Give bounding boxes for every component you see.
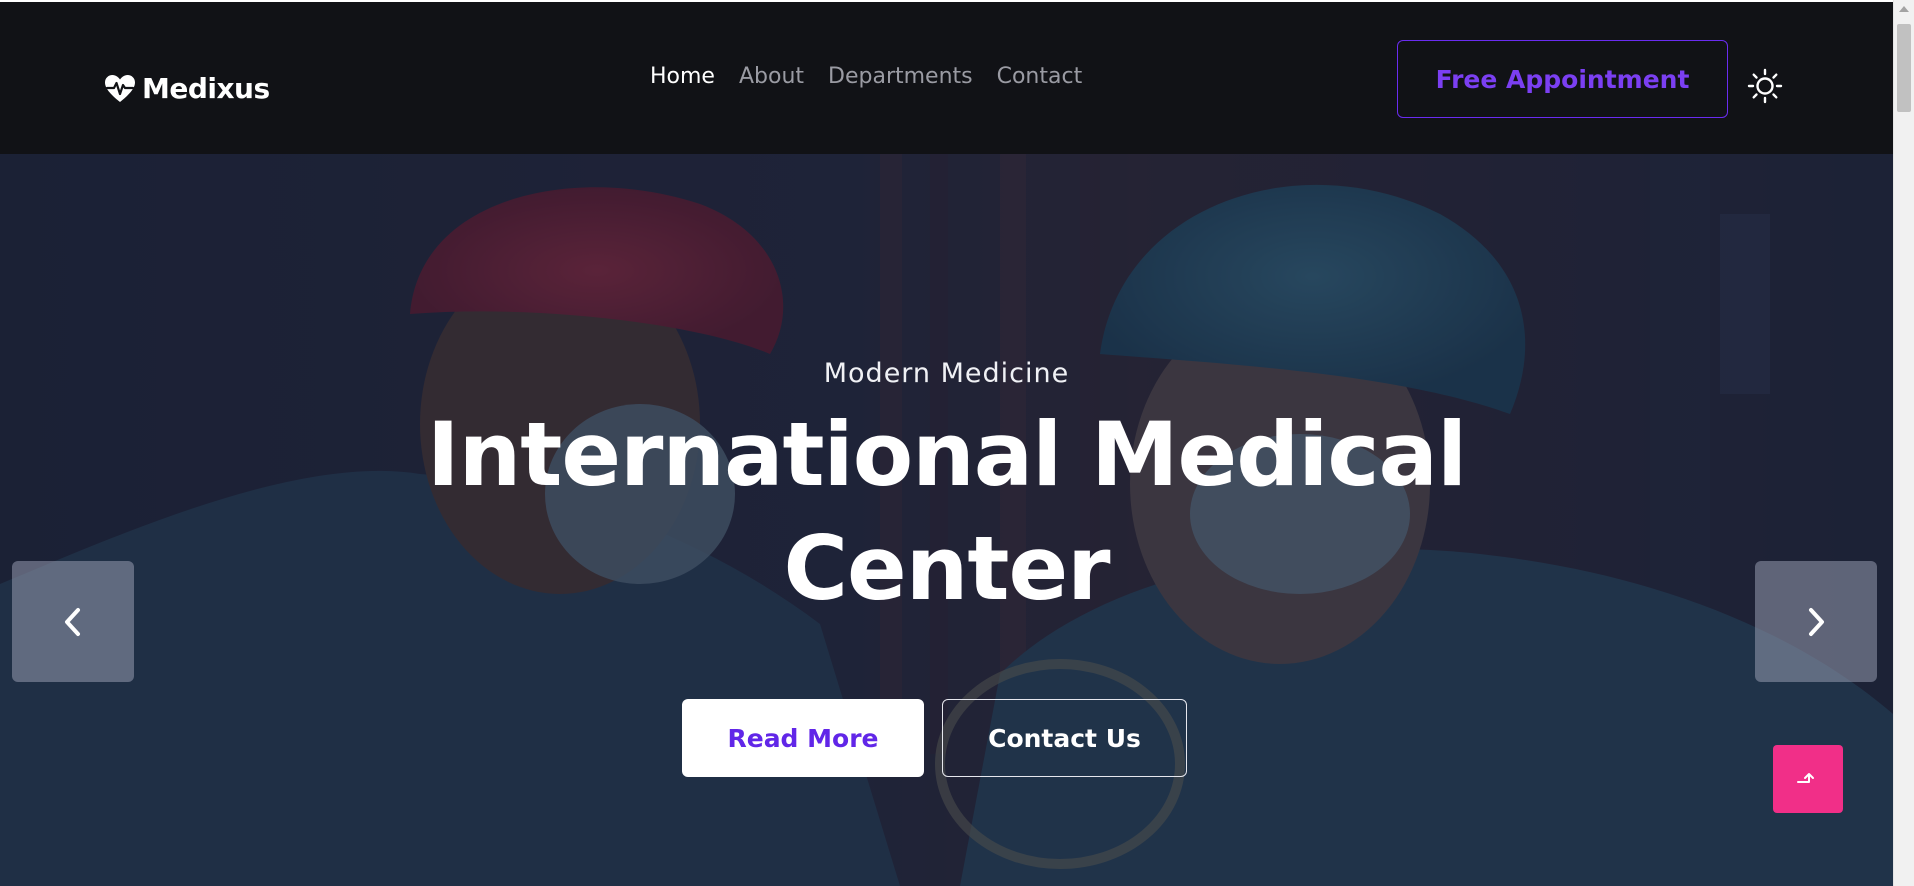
main-nav: Home About Departments Contact: [650, 64, 1082, 89]
page: Medixus Home About Departments Contact F…: [0, 0, 1914, 886]
carousel-next-button[interactable]: [1755, 561, 1877, 682]
chevron-right-icon: [1809, 607, 1824, 636]
sun-icon[interactable]: [1747, 68, 1783, 104]
brand-logo[interactable]: Medixus: [104, 72, 270, 105]
viewport: Medixus Home About Departments Contact F…: [0, 0, 1893, 886]
brand-name: Medixus: [142, 72, 270, 105]
scrollbar-thumb[interactable]: [1897, 24, 1911, 112]
nav-link-contact[interactable]: Contact: [997, 64, 1083, 89]
navbar: Medixus Home About Departments Contact F…: [0, 2, 1893, 154]
contact-us-button[interactable]: Contact Us: [942, 699, 1187, 777]
hero-eyebrow: Modern Medicine: [823, 358, 1070, 389]
nav-link-about[interactable]: About: [739, 64, 804, 89]
hero-title: International Medical Center: [0, 398, 1893, 626]
back-to-top-button[interactable]: [1773, 745, 1843, 813]
hero-title-line1: International Medical: [426, 403, 1467, 506]
hero-slider: Modern Medicine International Medical Ce…: [0, 154, 1893, 886]
heart-pulse-icon: [105, 74, 135, 102]
nav-link-departments[interactable]: Departments: [828, 64, 973, 89]
page-scrollbar[interactable]: [1893, 0, 1914, 886]
hero-actions: Read More Contact Us: [682, 699, 1187, 777]
scroll-up-arrow-icon[interactable]: [1899, 6, 1909, 12]
hero-title-line2: Center: [783, 517, 1110, 620]
carousel-prev-button[interactable]: [12, 561, 134, 682]
chevron-left-icon: [65, 607, 80, 636]
arrow-up-return-icon: [1797, 773, 1814, 783]
nav-link-home[interactable]: Home: [650, 64, 715, 89]
free-appointment-button[interactable]: Free Appointment: [1397, 40, 1728, 118]
read-more-button[interactable]: Read More: [682, 699, 924, 777]
